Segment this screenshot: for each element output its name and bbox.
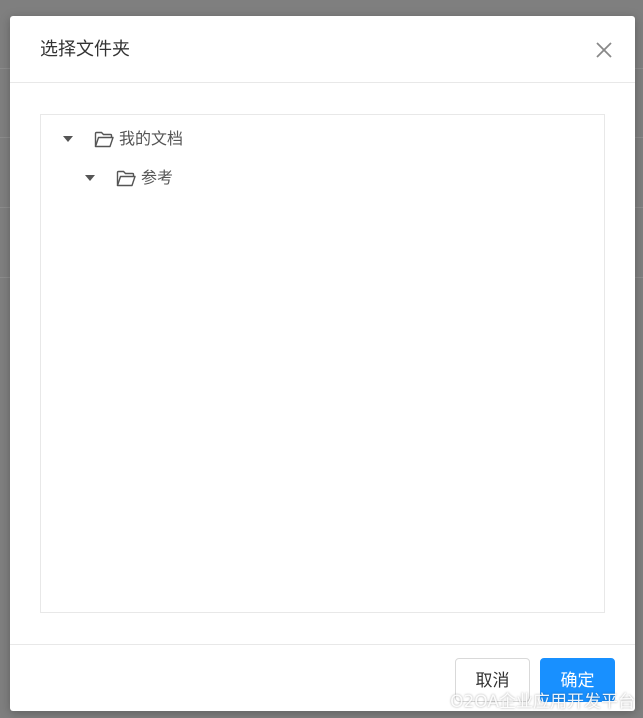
background-divider: [0, 137, 10, 138]
folder-open-icon: [116, 169, 136, 187]
tree-node-reference[interactable]: 参考: [83, 166, 173, 190]
folder-tree: 我的文档 参考: [40, 114, 605, 613]
background-divider: [0, 277, 10, 278]
caret-down-icon[interactable]: [61, 132, 75, 146]
close-button[interactable]: [595, 41, 613, 59]
dialog-footer: 取消 确定: [10, 644, 635, 711]
tree-node-label[interactable]: 我的文档: [119, 129, 183, 149]
close-icon: [596, 42, 612, 58]
confirm-button[interactable]: 确定: [540, 658, 615, 702]
dialog-title: 选择文件夹: [40, 39, 130, 60]
cancel-button[interactable]: 取消: [455, 658, 530, 702]
background-divider: [0, 207, 10, 208]
folder-open-icon: [94, 130, 114, 148]
select-folder-dialog: 选择文件夹 我的文档 参考 取消 确定: [10, 16, 635, 711]
caret-down-icon[interactable]: [83, 171, 97, 185]
tree-node-label[interactable]: 参考: [141, 168, 173, 188]
dialog-header: 选择文件夹: [10, 16, 635, 83]
tree-node-my-documents[interactable]: 我的文档: [61, 127, 183, 151]
background-divider: [0, 68, 10, 69]
